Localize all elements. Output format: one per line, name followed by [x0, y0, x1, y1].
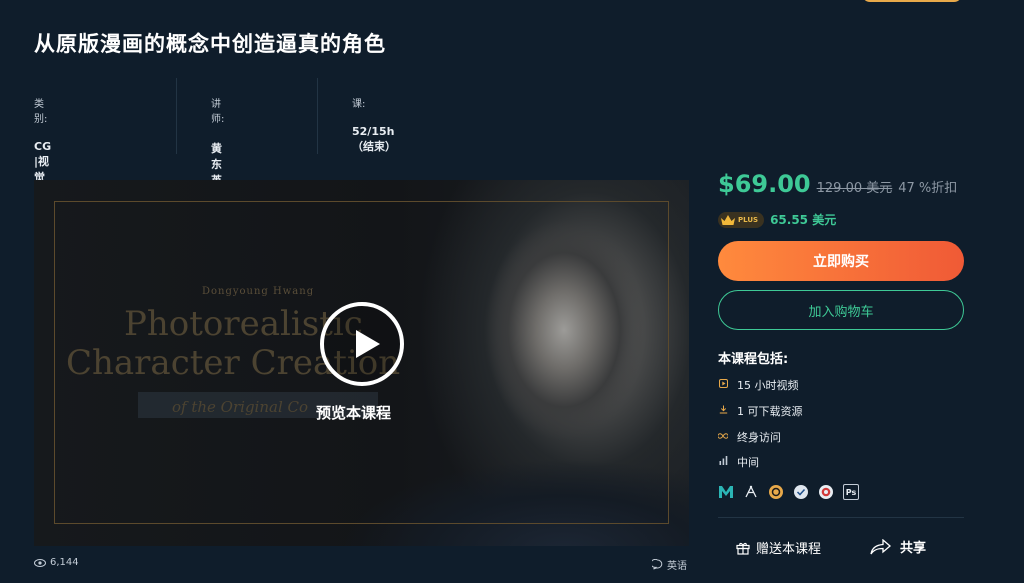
- plus-price-row: PLUS 65.55 美元: [718, 211, 836, 228]
- buy-now-button[interactable]: 立即购买: [718, 241, 964, 281]
- software-tools: Ps: [718, 484, 859, 500]
- infinity-icon: [717, 432, 729, 442]
- play-icon: [718, 379, 728, 391]
- level-bars-icon: [718, 456, 728, 468]
- plus-badge[interactable]: PLUS: [718, 211, 765, 228]
- meta-divider: [317, 78, 318, 154]
- feature-level: 中间: [718, 454, 759, 470]
- meta-category: 类别: CG |视觉特效: [34, 92, 51, 216]
- meta-lessons: 课: 52/15h （结束）: [352, 92, 396, 154]
- course-title: 从原版漫画的概念中创造逼真的角色: [34, 32, 386, 56]
- meta-lessons-label: 课:: [352, 99, 366, 110]
- discount-label: 47 %折扣: [898, 181, 958, 196]
- includes-heading: 本课程包括:: [718, 352, 789, 367]
- top-nav-button-edge[interactable]: [862, 0, 962, 2]
- feature-downloads: 1 可下载资源: [718, 403, 803, 419]
- feature-text: 终身访问: [737, 431, 781, 444]
- plus-price: 65.55 美元: [770, 213, 837, 227]
- play-icon: [356, 330, 380, 358]
- download-icon: [718, 405, 728, 417]
- feature-text: 15 小时视频: [737, 379, 799, 392]
- marmoset-icon: [793, 484, 809, 500]
- feature-video-hours: 15 小时视频: [718, 377, 799, 393]
- current-price: $69.00: [718, 170, 811, 198]
- gift-course-button[interactable]: 赠送本课程: [736, 538, 821, 557]
- meta-divider: [176, 78, 177, 154]
- preview-course-label[interactable]: 预览本课程: [316, 402, 391, 423]
- zbrush-icon: [743, 484, 759, 500]
- view-count: 6,144: [34, 557, 79, 568]
- gift-course-label: 赠送本课程: [756, 542, 822, 557]
- gift-icon: [736, 542, 750, 555]
- substance-icon: [768, 484, 784, 500]
- feature-text: 1 可下载资源: [737, 405, 803, 418]
- arnold-icon: [818, 484, 834, 500]
- video-preview[interactable]: Dongyoung Hwang Photorealistic Character…: [34, 180, 689, 546]
- video-title-line3: of the Original Co: [172, 398, 309, 416]
- language-indicator: 英语: [652, 557, 687, 572]
- maya-icon: [718, 484, 734, 500]
- meta-category-label: 类别:: [34, 99, 48, 125]
- price-row: $69.00 129.00 美元 47 %折扣: [718, 170, 957, 198]
- share-label: 共享: [900, 541, 927, 556]
- feature-text: 中间: [737, 456, 759, 469]
- divider: [718, 517, 964, 518]
- meta-instructor-label: 讲师:: [211, 99, 225, 125]
- feature-lifetime-access: 终身访问: [717, 429, 781, 445]
- original-price: 129.00 美元: [816, 181, 893, 196]
- crown-icon: [721, 214, 735, 225]
- meta-instructor: 讲师: 黄东英: [211, 92, 225, 187]
- plus-badge-label: PLUS: [738, 215, 759, 224]
- language-value: 英语: [667, 561, 687, 572]
- share-button[interactable]: 共享: [870, 537, 926, 556]
- share-arrow-icon: [870, 538, 891, 554]
- video-artist-text: Dongyoung Hwang: [202, 286, 315, 297]
- add-to-cart-button[interactable]: 加入购物车: [718, 290, 964, 330]
- eye-icon: [34, 558, 46, 567]
- photoshop-icon: Ps: [843, 484, 859, 500]
- chat-bubble-icon: [652, 559, 663, 570]
- play-button[interactable]: [320, 302, 404, 386]
- view-count-value: 6,144: [50, 557, 79, 568]
- meta-lessons-value: 52/15h （结束）: [352, 125, 396, 153]
